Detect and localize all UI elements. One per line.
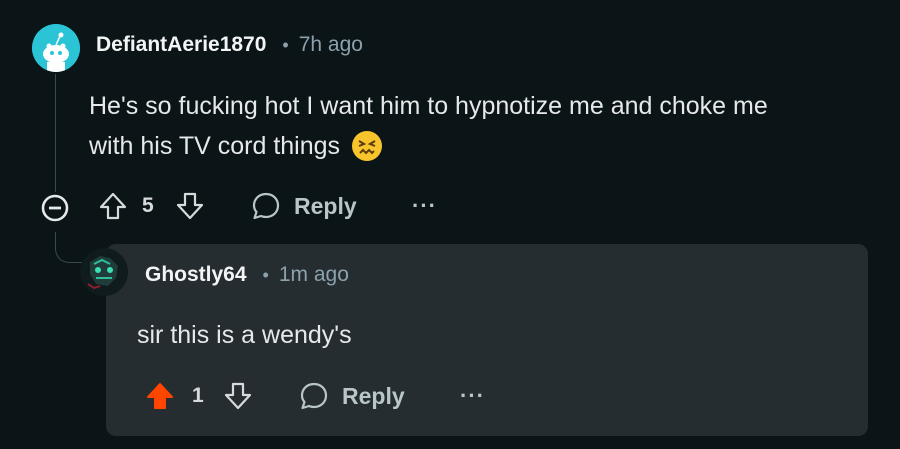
more-options-button[interactable]: ··· bbox=[460, 383, 485, 409]
arrow-up-icon bbox=[99, 192, 127, 220]
snoo-avatar-icon bbox=[32, 24, 80, 72]
speech-bubble-icon bbox=[252, 192, 280, 220]
comment-body: He's so fucking hot I want him to hypnot… bbox=[89, 86, 869, 166]
reply-button[interactable]: Reply bbox=[298, 380, 405, 412]
separator-dot: • bbox=[282, 34, 289, 55]
arrow-up-filled-icon bbox=[147, 383, 173, 409]
comment-text-line-1: He's so fucking hot I want him to hypnot… bbox=[89, 92, 768, 120]
avatar[interactable] bbox=[80, 248, 128, 296]
reply-header: Ghostly64 • 1m ago bbox=[145, 263, 349, 287]
downvote-button[interactable] bbox=[174, 190, 206, 222]
reply-label: Reply bbox=[342, 382, 405, 409]
collapse-button[interactable] bbox=[40, 193, 70, 223]
vote-count: 5 bbox=[142, 194, 154, 217]
ellipsis-icon: ··· bbox=[412, 193, 437, 218]
downvote-button[interactable] bbox=[222, 380, 254, 412]
confounded-face-icon bbox=[352, 131, 383, 161]
reply-body: sir this is a wendy's bbox=[137, 321, 352, 349]
vote-count: 1 bbox=[192, 384, 204, 407]
reply-label: Reply bbox=[294, 192, 357, 219]
thread-branch bbox=[55, 232, 82, 263]
comment-text-line-2: with his TV cord things bbox=[89, 132, 341, 160]
arrow-down-icon bbox=[224, 382, 252, 410]
ghost-avatar-icon bbox=[80, 248, 128, 296]
separator-dot: • bbox=[262, 264, 269, 285]
avatar[interactable] bbox=[32, 24, 80, 72]
thread-line bbox=[55, 74, 56, 192]
comment-header: DefiantAerie1870 • 7h ago bbox=[96, 33, 363, 57]
upvote-button-active[interactable] bbox=[144, 380, 176, 412]
upvote-button[interactable] bbox=[97, 190, 129, 222]
more-options-button[interactable]: ··· bbox=[412, 193, 437, 219]
ellipsis-icon: ··· bbox=[460, 383, 485, 408]
reply-username[interactable]: Ghostly64 bbox=[145, 263, 247, 287]
reply-timestamp: 1m ago bbox=[278, 263, 349, 286]
reply-button[interactable]: Reply bbox=[250, 190, 357, 222]
speech-bubble-icon bbox=[300, 382, 328, 410]
minus-circle-icon bbox=[41, 194, 69, 222]
arrow-down-icon bbox=[176, 192, 204, 220]
comment-timestamp: 7h ago bbox=[298, 33, 363, 56]
comment-username[interactable]: DefiantAerie1870 bbox=[96, 33, 266, 57]
